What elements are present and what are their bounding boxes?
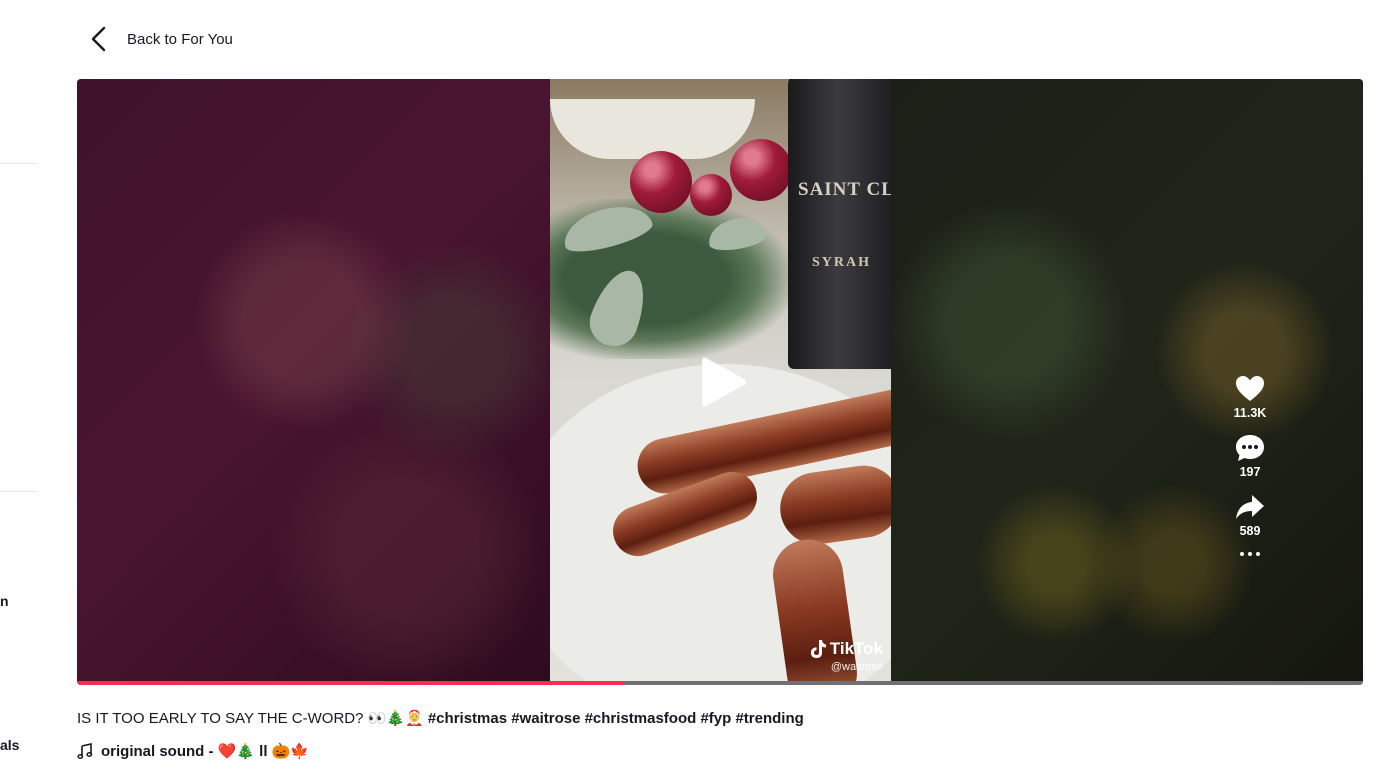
sidebar-divider — [0, 491, 37, 492]
sound-label: original sound - ❤️🎄 ll 🎃🍁 — [101, 743, 310, 760]
caption-text: IS IT TOO EARLY TO SAY THE C-WORD? 👀🎄🤶 — [77, 710, 424, 727]
video-player[interactable]: SAINT CLAIR SYRAH TikTok @waitrose — [77, 79, 1363, 685]
heart-icon — [1236, 376, 1264, 401]
back-label: Back to For You — [127, 30, 233, 48]
blurred-background-left — [77, 79, 550, 685]
music-note-icon — [77, 743, 93, 759]
video-ornament — [630, 151, 692, 213]
tiktok-logo-icon — [810, 640, 826, 658]
sidebar-item-label[interactable]: als — [0, 737, 19, 753]
sidebar-item-label[interactable]: n — [0, 593, 9, 609]
sidebar: n als — [0, 0, 40, 781]
watermark-brand: TikTok — [829, 639, 883, 658]
progress-bar-fill — [77, 681, 624, 685]
share-count: 589 — [1239, 524, 1261, 538]
blurred-background-right — [891, 79, 1363, 685]
watermark-username: @waitrose — [830, 661, 883, 673]
comment-count: 197 — [1239, 465, 1261, 479]
share-icon — [1236, 495, 1264, 519]
bottle-label: SAINT CLAIR — [798, 179, 891, 200]
video-ornament — [730, 139, 792, 201]
like-button[interactable]: 11.3K — [1230, 374, 1270, 420]
tiktok-watermark: TikTok @waitrose — [809, 639, 883, 673]
play-icon[interactable] — [700, 354, 748, 410]
progress-bar[interactable] — [77, 681, 1363, 685]
back-link[interactable]: Back to For You — [88, 24, 233, 54]
caption-hashtags[interactable]: #christmas #waitrose #christmasfood #fyp… — [428, 710, 804, 727]
video-wine-bottle: SAINT CLAIR SYRAH — [788, 79, 891, 369]
like-count: 11.3K — [1233, 406, 1267, 420]
sound-link[interactable]: original sound - ❤️🎄 ll 🎃🍁 — [77, 742, 309, 760]
video-plate-background — [550, 99, 755, 159]
more-options-icon[interactable] — [1230, 552, 1270, 556]
chevron-left-icon — [91, 26, 106, 52]
bottle-label-secondary: SYRAH — [812, 255, 872, 270]
share-button[interactable]: 589 — [1230, 492, 1270, 538]
video-frame[interactable]: SAINT CLAIR SYRAH TikTok @waitrose — [550, 79, 891, 685]
comment-icon — [1236, 435, 1264, 461]
comment-button[interactable]: 197 — [1230, 433, 1270, 479]
sidebar-divider — [0, 163, 37, 164]
action-rail: 11.3K 197 589 — [1230, 374, 1270, 556]
video-ornament — [690, 174, 732, 216]
video-caption: IS IT TOO EARLY TO SAY THE C-WORD? 👀🎄🤶 #… — [77, 709, 804, 727]
